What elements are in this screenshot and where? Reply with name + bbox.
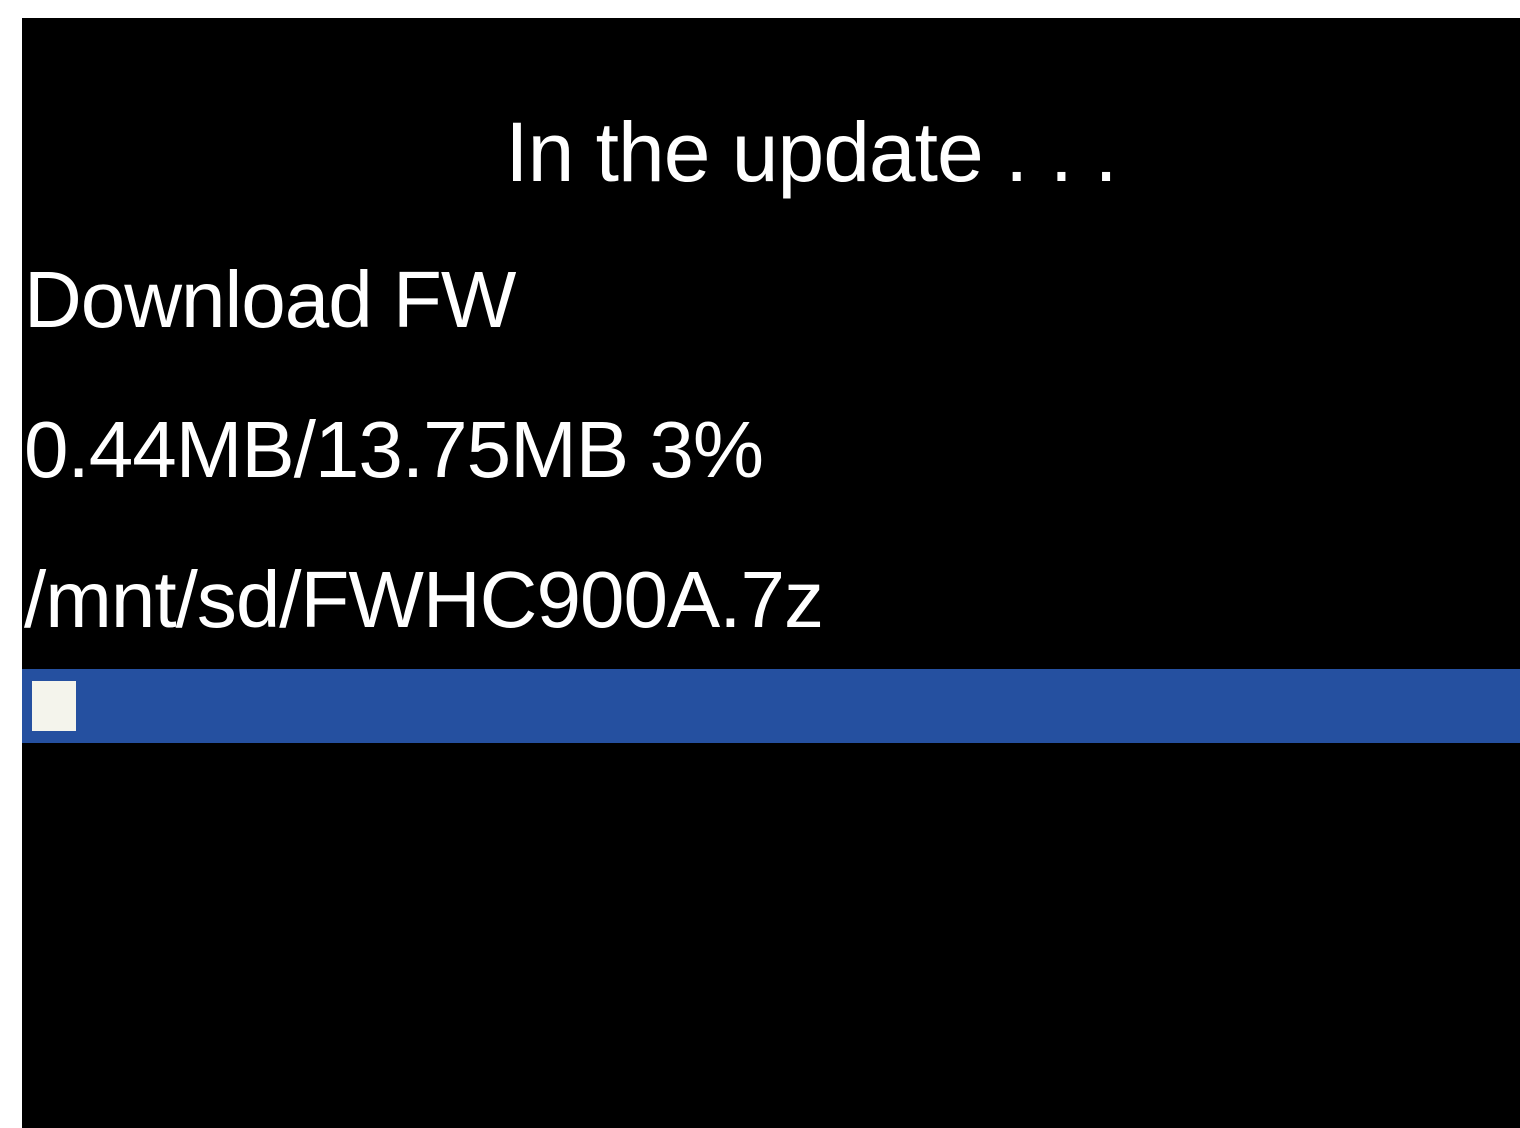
update-screen: In the update . . . Download FW 0.44MB/1… (22, 18, 1520, 1128)
status-text: Download FW (24, 255, 516, 344)
size-progress-text: 0.44MB/13.75MB 3% (24, 405, 764, 494)
file-path-text: /mnt/sd/FWHC900A.7z (24, 555, 824, 644)
progress-bar (22, 669, 1520, 743)
update-title: In the update . . . (505, 105, 1117, 199)
progress-fill (32, 681, 76, 731)
